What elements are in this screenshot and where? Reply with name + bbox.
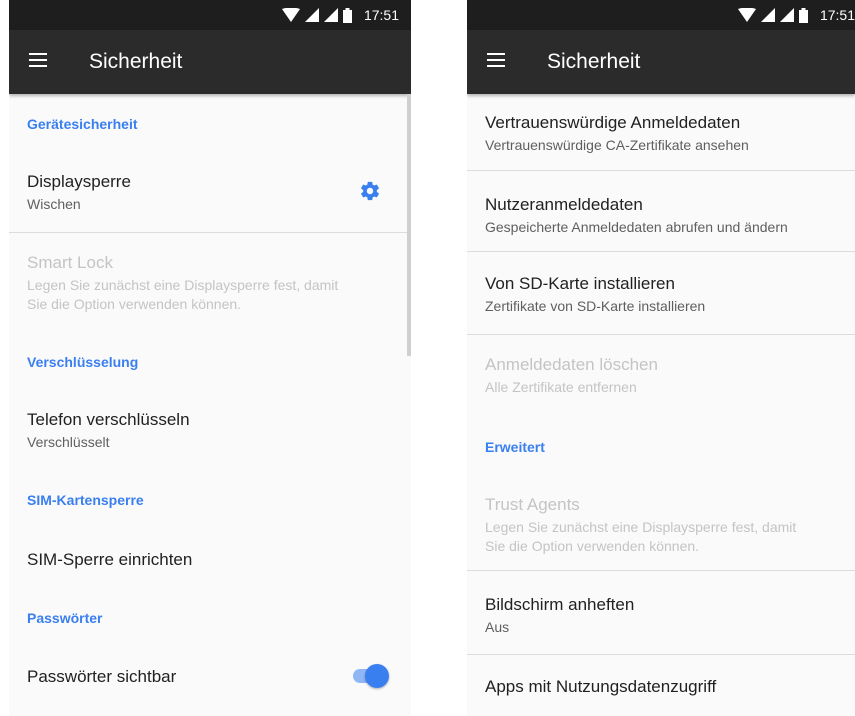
setting-screen-pinning[interactable]: Bildschirm anheften Aus (467, 571, 855, 653)
setting-title: SIM-Sperre einrichten (27, 550, 193, 569)
category-sim-lock: SIM-Kartensperre (27, 492, 144, 508)
page-title: Sicherheit (547, 50, 641, 73)
setting-clear-credentials: Anmeldedaten löschen Alle Zertifikate en… (467, 335, 855, 413)
setting-summary: Verschlüsselt (27, 434, 110, 450)
status-time: 17:51 (363, 7, 399, 23)
scrollbar[interactable] (407, 94, 411, 356)
signal-icon (760, 8, 775, 22)
status-time: 17:51 (819, 7, 855, 23)
setting-show-passwords[interactable]: Passwörter sichtbar (9, 650, 411, 706)
setting-install-from-sd[interactable]: Von SD-Karte installieren Zertifikate vo… (467, 252, 855, 334)
setting-user-credentials[interactable]: Nutzeranmeldedaten Gespeicherte Anmelded… (467, 171, 855, 251)
setting-usage-access[interactable]: Apps mit Nutzungsdatenzugriff (467, 655, 855, 715)
setting-title: Trust Agents (485, 495, 580, 514)
wifi-icon (737, 8, 756, 22)
category-passwords: Passwörter (27, 610, 103, 626)
setting-title: Passwörter sichtbar (27, 667, 177, 686)
setting-summary: Sie die Option verwenden können. (27, 296, 242, 312)
gear-icon[interactable] (359, 180, 381, 202)
setting-summary: Wischen (27, 196, 81, 212)
setting-summary: Legen Sie zunächst eine Displaysperre fe… (485, 519, 797, 535)
setting-title: Apps mit Nutzungsdatenzugriff (485, 677, 717, 696)
setting-title: Displaysperre (27, 172, 131, 191)
status-bar: 17:51 (467, 0, 855, 30)
battery-icon (342, 7, 352, 23)
setting-summary: Aus (485, 619, 510, 635)
status-bar: 17:51 (9, 0, 411, 30)
switch-thumb (365, 664, 389, 688)
setting-title: Anmeldedaten löschen (485, 355, 658, 374)
signal-icon (323, 8, 338, 22)
setting-encrypt-phone[interactable]: Telefon verschlüsseln Verschlüsselt (9, 392, 411, 462)
page-title: Sicherheit (89, 50, 183, 73)
category-encryption: Verschlüsselung (27, 354, 139, 370)
signal-icon (779, 8, 794, 22)
setting-title: Telefon verschlüsseln (27, 410, 190, 429)
setting-title: Bildschirm anheften (485, 595, 635, 614)
setting-summary: Legen Sie zunächst eine Displaysperre fe… (27, 277, 339, 293)
show-passwords-switch[interactable] (353, 664, 389, 688)
wifi-icon (281, 8, 300, 22)
setting-sim-lock[interactable]: SIM-Sperre einrichten (9, 532, 411, 590)
setting-summary: Zertifikate von SD-Karte installieren (485, 298, 706, 314)
setting-title: Von SD-Karte installieren (485, 274, 675, 293)
setting-smart-lock: Smart Lock Legen Sie zunächst eine Displ… (9, 233, 411, 323)
setting-title: Vertrauenswürdige Anmeldedaten (485, 113, 741, 132)
settings-screen-left: 17:51 Sicherheit Gerätesicherheit Displa… (9, 0, 411, 716)
setting-title: Smart Lock (27, 253, 113, 272)
setting-summary: Gespeicherte Anmeldedaten abrufen und än… (485, 219, 788, 235)
toolbar: Sicherheit (467, 30, 855, 94)
signal-icon (304, 8, 319, 22)
menu-icon[interactable] (487, 53, 505, 67)
setting-trusted-credentials[interactable]: Vertrauenswürdige Anmeldedaten Vertrauen… (467, 94, 855, 170)
setting-summary: Sie die Option verwenden können. (485, 538, 700, 554)
setting-trust-agents: Trust Agents Legen Sie zunächst eine Dis… (467, 479, 855, 569)
category-device-security: Gerätesicherheit (27, 116, 138, 132)
setting-title: Nutzeranmeldedaten (485, 195, 643, 214)
battery-icon (798, 7, 808, 23)
settings-screen-right: 17:51 Sicherheit Vertrauenswürdige Anmel… (467, 0, 855, 716)
setting-summary: Alle Zertifikate entfernen (485, 379, 637, 395)
menu-icon[interactable] (29, 53, 47, 67)
toolbar: Sicherheit (9, 30, 411, 94)
setting-screen-lock[interactable]: Displaysperre Wischen (9, 154, 411, 232)
category-advanced: Erweitert (485, 439, 545, 455)
setting-summary: Vertrauenswürdige CA-Zertifikate ansehen (485, 137, 749, 153)
